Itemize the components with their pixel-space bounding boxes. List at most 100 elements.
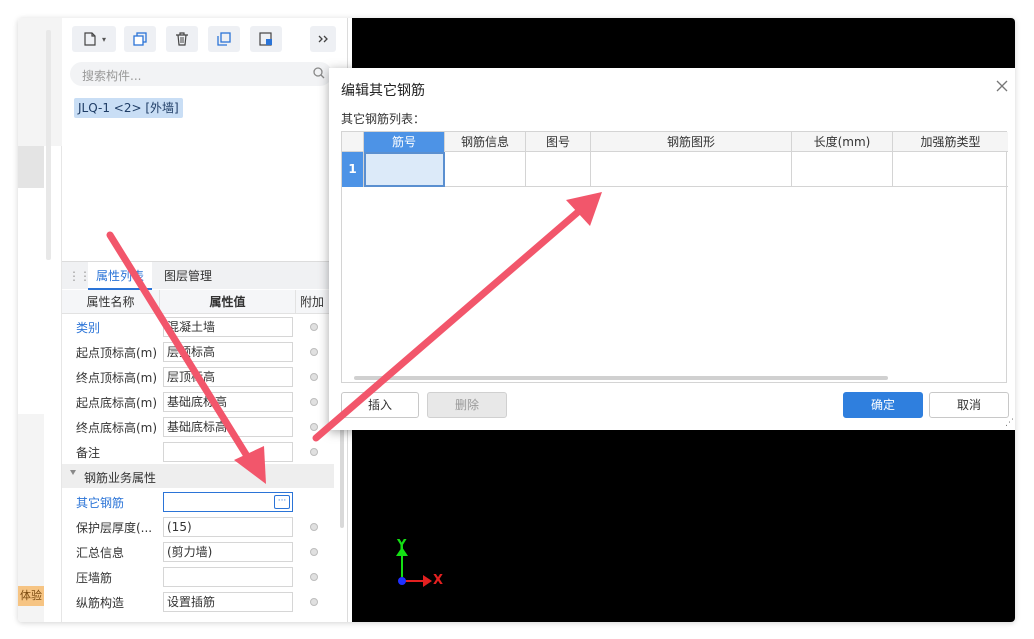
extra-checkbox[interactable]: [310, 448, 318, 456]
property-name: 起点顶标高(m): [76, 346, 158, 360]
axis-origin-icon: [398, 577, 406, 585]
table-cell[interactable]: [445, 152, 526, 187]
sidebar-scrollbar[interactable]: [46, 30, 51, 260]
chevron-down-icon: ▾: [101, 34, 106, 44]
delete-button[interactable]: [166, 26, 198, 52]
property-name: 保护层厚度(...: [76, 521, 153, 535]
property-value[interactable]: (15): [163, 517, 293, 537]
experience-badge[interactable]: 体验: [18, 586, 44, 606]
edit-other-rebar-dialog: 编辑其它钢筋 其它钢筋列表： 筋号 钢筋信息 图号 钢筋图形 长度(mm) 加强…: [329, 68, 1015, 430]
property-row: 汇总信息 (剪力墙): [62, 540, 348, 565]
x-axis-line: [403, 580, 425, 582]
row-number-header: [342, 132, 364, 152]
property-row: 其它钢筋 ···: [62, 490, 348, 515]
property-value[interactable]: (剪力墙): [163, 542, 293, 562]
component-list-item[interactable]: JLQ-1 <2> [外墙]: [74, 98, 183, 118]
extra-checkbox[interactable]: [310, 423, 318, 431]
column-header[interactable]: 长度(mm): [792, 132, 893, 152]
table-cell[interactable]: [792, 152, 893, 187]
property-value[interactable]: 层顶标高: [163, 342, 293, 362]
column-header[interactable]: 钢筋图形: [591, 132, 792, 152]
property-row: 压墙筋: [62, 565, 348, 590]
property-value[interactable]: 基础底标高: [163, 392, 293, 412]
ok-button[interactable]: 确定: [843, 392, 923, 418]
property-value[interactable]: 混凝土墙: [163, 317, 293, 337]
expand-button[interactable]: [310, 26, 336, 52]
extra-checkbox[interactable]: [310, 598, 318, 606]
new-component-button[interactable]: ▾: [72, 26, 116, 52]
property-name: 压墙筋: [76, 571, 113, 585]
ellipsis-button[interactable]: ···: [274, 495, 290, 509]
property-group-header[interactable]: 钢筋业务属性: [62, 464, 334, 488]
property-name: 起点底标高(m): [76, 396, 158, 410]
extra-checkbox[interactable]: [310, 548, 318, 556]
table-row: 1: [342, 152, 1008, 187]
property-value[interactable]: 层顶标高: [163, 367, 293, 387]
extra-checkbox[interactable]: [310, 373, 318, 381]
search-input[interactable]: 搜索构件...: [70, 62, 332, 86]
sidebar-selected-item[interactable]: [18, 146, 44, 188]
table-horizontal-scrollbar[interactable]: [354, 376, 888, 380]
y-axis-label: Y: [397, 538, 407, 553]
extra-checkbox[interactable]: [310, 523, 318, 531]
insert-button[interactable]: 插入: [341, 392, 419, 418]
property-tabs: ⋮⋮ 属性列表 图层管理: [62, 261, 348, 290]
component-toolbar: ▾: [62, 18, 348, 60]
left-sidebar: 体验: [18, 18, 62, 622]
search-icon[interactable]: [312, 66, 326, 80]
column-header[interactable]: 筋号: [364, 132, 445, 152]
property-table-header: 属性名称 属性值 附加: [62, 290, 348, 314]
sidebar-section: [18, 18, 62, 146]
extra-checkbox[interactable]: [310, 573, 318, 581]
property-name: 类别: [76, 321, 101, 335]
tab-property-list[interactable]: 属性列表: [88, 262, 153, 290]
drag-handle-icon[interactable]: ⋮⋮: [68, 269, 91, 283]
property-name: 汇总信息: [76, 546, 125, 560]
new-component-icon: [84, 32, 96, 46]
collapse-triangle-icon[interactable]: [70, 470, 76, 475]
delete-row-button[interactable]: 删除: [427, 392, 507, 418]
table-cell[interactable]: [526, 152, 591, 187]
property-value[interactable]: [163, 567, 293, 587]
property-row: 终点底标高(m) 基础底标高: [62, 415, 348, 440]
property-name: 其它钢筋: [76, 496, 125, 510]
table-cell[interactable]: [893, 152, 1008, 187]
row-number[interactable]: 1: [342, 152, 364, 187]
resize-grip-icon[interactable]: ⋰: [1005, 418, 1014, 428]
x-axis-label: X: [433, 573, 444, 588]
column-header[interactable]: 图号: [526, 132, 591, 152]
table-cell[interactable]: [591, 152, 792, 187]
property-row: 起点底标高(m) 基础底标高: [62, 390, 348, 415]
extra-checkbox[interactable]: [310, 398, 318, 406]
delete-icon: [176, 32, 188, 46]
close-icon[interactable]: [994, 78, 1010, 94]
table-cell[interactable]: [364, 152, 445, 187]
layer-copy-icon: [217, 32, 231, 46]
layer-copy-button[interactable]: [208, 26, 240, 52]
property-row: 终点顶标高(m) 层顶标高: [62, 365, 348, 390]
extra-checkbox[interactable]: [310, 348, 318, 356]
property-name: 备注: [76, 446, 101, 460]
property-name: 终点底标高(m): [76, 421, 158, 435]
extract-icon: [259, 32, 272, 46]
tab-layer-management[interactable]: 图层管理: [156, 262, 220, 290]
property-value[interactable]: 基础底标高: [163, 417, 293, 437]
other-rebar-field[interactable]: ···: [163, 492, 293, 512]
property-row: 纵筋构造 设置插筋: [62, 590, 348, 615]
dialog-title: 编辑其它钢筋: [341, 83, 425, 99]
property-value[interactable]: 设置插筋: [163, 592, 293, 612]
column-header[interactable]: 加强筋类型: [893, 132, 1008, 152]
rebar-table: 筋号 钢筋信息 图号 钢筋图形 长度(mm) 加强筋类型 1: [341, 131, 1008, 383]
column-header[interactable]: 钢筋信息: [445, 132, 526, 152]
app-window: 体验 ▾ 搜索构件... JLQ-1 <2> [外墙] ⋮⋮ 属性列表 图层管理…: [18, 18, 1015, 622]
property-name: 终点顶标高(m): [76, 371, 158, 385]
copy-button[interactable]: [124, 26, 156, 52]
extra-checkbox[interactable]: [310, 323, 318, 331]
property-name: 纵筋构造: [76, 596, 125, 610]
header-name: 属性名称: [62, 290, 160, 314]
extract-button[interactable]: [250, 26, 282, 52]
cancel-button[interactable]: 取消: [929, 392, 1009, 418]
property-value[interactable]: [163, 442, 293, 462]
expand-icon: [318, 35, 328, 43]
property-row: 起点顶标高(m) 层顶标高: [62, 340, 348, 365]
